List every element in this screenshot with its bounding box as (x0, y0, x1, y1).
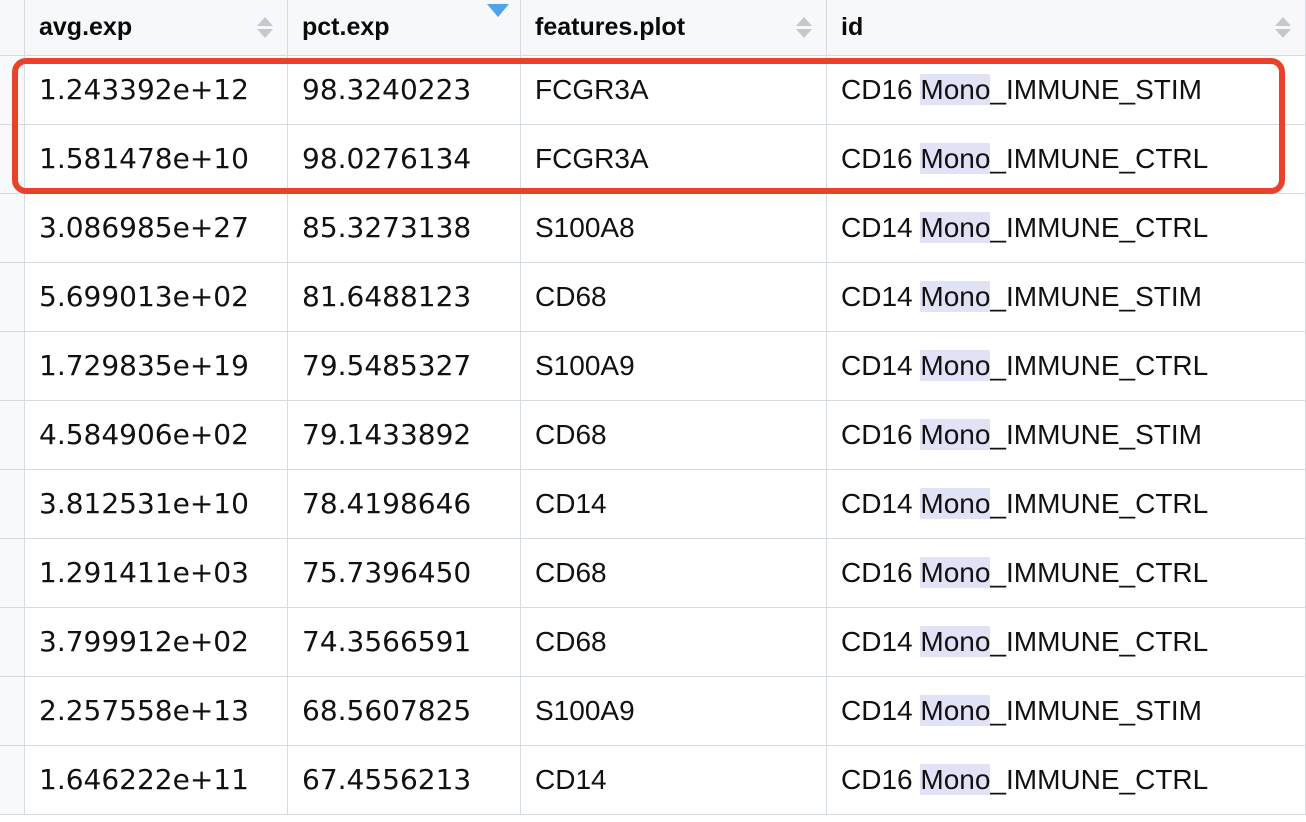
row-number-cell (0, 744, 25, 815)
search-match-highlight: Mono (920, 418, 991, 450)
cell-avg-exp: 3.812531e+10 (24, 468, 288, 539)
cell-features-plot: CD68 (520, 537, 827, 608)
column-header-pct-exp[interactable]: pct.exp (287, 0, 521, 56)
cell-pct-exp: 98.0276134 (287, 123, 521, 194)
cell-avg-exp: 1.291411e+03 (24, 537, 288, 608)
table-row[interactable]: 5.699013e+02 81.6488123 CD68 CD14 Mono_IMMU… (0, 261, 1306, 332)
cell-id: CD14 Mono_IMMUNE_CTRL (826, 468, 1306, 539)
cell-features-plot: S100A8 (520, 192, 827, 263)
cell-avg-exp: 4.584906e+02 (24, 399, 288, 470)
cell-avg-exp: 1.646222e+11 (24, 744, 288, 815)
search-match-highlight: Mono (920, 211, 991, 243)
column-header-features-plot-label: features.plot (535, 12, 686, 41)
row-number-cell (0, 468, 25, 539)
cell-features-plot: CD68 (520, 261, 827, 332)
cell-pct-exp: 67.4556213 (287, 744, 521, 815)
row-number-cell (0, 261, 25, 332)
search-match-highlight: Mono (920, 763, 991, 795)
cell-avg-exp: 3.799912e+02 (24, 606, 288, 677)
row-number-cell (0, 123, 25, 194)
cell-pct-exp: 85.3273138 (287, 192, 521, 263)
row-number-cell (0, 330, 25, 401)
cell-features-plot: S100A9 (520, 330, 827, 401)
sort-desc-icon[interactable] (487, 4, 509, 17)
search-match-highlight: Mono (920, 625, 991, 657)
cell-avg-exp: 2.257558e+13 (24, 675, 288, 746)
column-header-id[interactable]: id (826, 0, 1306, 56)
cell-pct-exp: 98.3240223 (287, 54, 521, 125)
search-match-highlight: Mono (920, 280, 991, 312)
table-body: 1.243392e+12 98.3240223 FCGR3A CD16 Mono_IM… (0, 54, 1306, 815)
cell-avg-exp: 3.086985e+27 (24, 192, 288, 263)
table-row[interactable]: 1.243392e+12 98.3240223 FCGR3A CD16 Mono_IM… (0, 54, 1306, 125)
table-row[interactable]: 3.799912e+02 74.3566591 CD68 CD14 Mono_IMMU… (0, 606, 1306, 677)
cell-avg-exp: 1.729835e+19 (24, 330, 288, 401)
cell-id: CD14 Mono_IMMUNE_CTRL (826, 192, 1306, 263)
cell-pct-exp: 79.1433892 (287, 399, 521, 470)
table-row[interactable]: 3.812531e+10 78.4198646 CD14 CD14 Mono_IMMU… (0, 468, 1306, 539)
cell-features-plot: S100A9 (520, 675, 827, 746)
cell-pct-exp: 75.7396450 (287, 537, 521, 608)
cell-id: CD16 Mono_IMMUNE_CTRL (826, 537, 1306, 608)
data-table: avg.exp pct.exp features.plot id 1.24339… (0, 0, 1306, 815)
sort-both-icon[interactable] (796, 16, 812, 38)
cell-id: CD16 Mono_IMMUNE_STIM (826, 54, 1306, 125)
row-number-cell (0, 54, 25, 125)
row-number-cell (0, 537, 25, 608)
cell-avg-exp: 1.581478e+10 (24, 123, 288, 194)
sort-both-icon[interactable] (1275, 16, 1291, 38)
table-header-row: avg.exp pct.exp features.plot id (0, 0, 1306, 56)
search-match-highlight: Mono (920, 487, 991, 519)
row-number-cell (0, 192, 25, 263)
cell-id: CD16 Mono_IMMUNE_STIM (826, 399, 1306, 470)
column-header-avg-exp[interactable]: avg.exp (24, 0, 288, 56)
column-header-pct-exp-label: pct.exp (302, 12, 390, 41)
table-row[interactable]: 1.581478e+10 98.0276134 FCGR3A CD16 Mono_IM… (0, 123, 1306, 194)
cell-features-plot: FCGR3A (520, 54, 827, 125)
sort-both-icon[interactable] (257, 16, 273, 38)
search-match-highlight: Mono (920, 349, 991, 381)
cell-pct-exp: 68.5607825 (287, 675, 521, 746)
column-header-features-plot[interactable]: features.plot (520, 0, 827, 56)
cell-id: CD14 Mono_IMMUNE_STIM (826, 675, 1306, 746)
column-header-rownum[interactable] (0, 0, 25, 56)
cell-id: CD16 Mono_IMMUNE_CTRL (826, 123, 1306, 194)
cell-avg-exp: 1.243392e+12 (24, 54, 288, 125)
cell-id: CD14 Mono_IMMUNE_CTRL (826, 330, 1306, 401)
table-row[interactable]: 3.086985e+27 85.3273138 S100A8 CD14 Mono_IM… (0, 192, 1306, 263)
row-number-cell (0, 606, 25, 677)
cell-id: CD14 Mono_IMMUNE_CTRL (826, 606, 1306, 677)
search-match-highlight: Mono (920, 694, 991, 726)
cell-features-plot: CD14 (520, 468, 827, 539)
cell-features-plot: CD68 (520, 399, 827, 470)
cell-avg-exp: 5.699013e+02 (24, 261, 288, 332)
row-number-cell (0, 399, 25, 470)
cell-features-plot: CD14 (520, 744, 827, 815)
table-row[interactable]: 4.584906e+02 79.1433892 CD68 CD16 Mono_IMMU… (0, 399, 1306, 470)
row-number-cell (0, 675, 25, 746)
cell-features-plot: CD68 (520, 606, 827, 677)
cell-id: CD16 Mono_IMMUNE_CTRL (826, 744, 1306, 815)
search-match-highlight: Mono (920, 73, 991, 105)
cell-features-plot: FCGR3A (520, 123, 827, 194)
table-row[interactable]: 1.646222e+11 67.4556213 CD14 CD16 Mono_IMMU… (0, 744, 1306, 815)
cell-pct-exp: 79.5485327 (287, 330, 521, 401)
cell-pct-exp: 81.6488123 (287, 261, 521, 332)
column-header-id-label: id (841, 12, 864, 41)
search-match-highlight: Mono (920, 142, 991, 174)
table-row[interactable]: 2.257558e+13 68.5607825 S100A9 CD14 Mono_IM… (0, 675, 1306, 746)
search-match-highlight: Mono (920, 556, 991, 588)
table-row[interactable]: 1.291411e+03 75.7396450 CD68 CD16 Mono_IMMU… (0, 537, 1306, 608)
data-table-container: avg.exp pct.exp features.plot id 1.24339… (0, 0, 1306, 822)
column-header-avg-exp-label: avg.exp (39, 12, 133, 41)
table-row[interactable]: 1.729835e+19 79.5485327 S100A9 CD14 Mono_IM… (0, 330, 1306, 401)
cell-pct-exp: 78.4198646 (287, 468, 521, 539)
cell-pct-exp: 74.3566591 (287, 606, 521, 677)
table-header: avg.exp pct.exp features.plot id (0, 0, 1306, 56)
cell-id: CD14 Mono_IMMUNE_STIM (826, 261, 1306, 332)
